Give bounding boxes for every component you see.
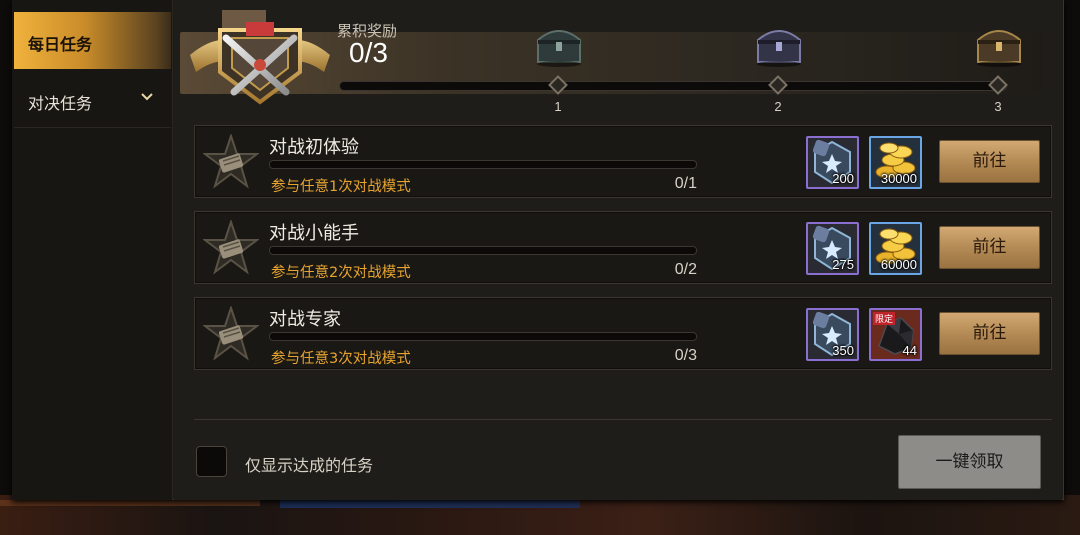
reward-gold-coins[interactable]: 60000 [869,222,922,275]
task-title: 对战初体验 [269,137,359,158]
scroll-star-icon [203,220,259,275]
cumulative-reward-count: 0/3 [349,37,388,68]
main-content: 累积奖励 0/3 1 2 3 对战初体验 参与任意1次对战模式 0/1 200 … [174,0,1062,500]
reward-quantity: 30000 [880,171,917,186]
scroll-star-icon [203,134,259,189]
tab-duel-tasks[interactable]: 对决任务 [14,72,171,128]
reward-quantity: 44 [902,343,917,358]
reward-quantity: 275 [832,257,854,272]
task-description: 参与任意2次对战模式 [271,265,411,281]
sidebar: 每日任务 对决任务 [12,0,173,500]
task-title: 对战小能手 [269,223,359,244]
milestone-label-3: 3 [994,99,1002,114]
task-row: 对战专家 参与任意3次对战模式 0/3 350 限定 44 前往 [194,297,1052,370]
task-progress-bar [269,332,697,341]
reward-quantity: 60000 [880,257,917,272]
task-progress-bar [269,160,697,169]
go-button[interactable]: 前往 [939,312,1040,355]
milestone-label-2: 2 [774,99,782,114]
show-completed-checkbox[interactable] [196,446,227,477]
task-progress-count: 0/2 [674,261,697,278]
crossed-swords-emblem-icon [190,10,330,105]
reward-crystal-shard[interactable]: 350 [806,308,859,361]
task-progress-bar [269,246,697,255]
task-title: 对战专家 [269,309,341,330]
reward-quantity: 350 [832,343,854,358]
show-completed-label: 仅显示达成的任务 [245,456,374,475]
go-button[interactable]: 前往 [939,140,1040,183]
footer-divider [194,419,1052,420]
reward-quantity: 200 [832,171,854,186]
reward-crystal-shard[interactable]: 275 [806,222,859,275]
claim-all-button[interactable]: 一键领取 [898,435,1041,489]
reward-progress-bar [339,81,1007,91]
background-strip-blue [280,500,580,508]
tab-duel-tasks-label: 对决任务 [28,94,93,113]
reward-chest-1-icon[interactable] [534,22,584,68]
reward-chest-3-icon[interactable] [974,22,1024,68]
limited-tag: 限定 [873,312,896,325]
task-row: 对战初体验 参与任意1次对战模式 0/1 200 30000 前往 [194,125,1052,198]
reward-dark-ore[interactable]: 限定 44 [869,308,922,361]
background-strip [0,500,260,506]
task-progress-count: 0/3 [674,347,697,364]
task-progress-count: 0/1 [674,175,697,192]
tab-daily-tasks[interactable]: 每日任务 [14,12,171,69]
reward-chest-2-icon[interactable] [754,22,804,68]
go-button[interactable]: 前往 [939,226,1040,269]
task-row: 对战小能手 参与任意2次对战模式 0/2 275 60000 前往 [194,211,1052,284]
milestone-label-1: 1 [554,99,562,114]
chevron-down-icon [141,90,153,106]
task-description: 参与任意3次对战模式 [271,351,411,367]
task-description: 参与任意1次对战模式 [271,179,411,195]
tab-daily-tasks-label: 每日任务 [28,35,93,54]
reward-crystal-shard[interactable]: 200 [806,136,859,189]
reward-gold-coins[interactable]: 30000 [869,136,922,189]
scroll-star-icon [203,306,259,361]
